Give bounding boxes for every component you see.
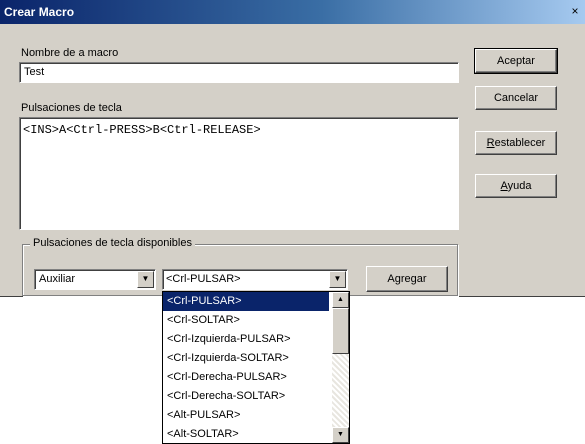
reset-button[interactable]: Restablecer: [475, 131, 557, 155]
window-title: Crear Macro: [4, 5, 75, 19]
close-icon[interactable]: ×: [567, 3, 583, 19]
keystrokes-value: <INS>A<Ctrl-PRESS>B<Ctrl-RELEASE>: [23, 123, 261, 137]
reset-label: establecer: [494, 137, 546, 149]
list-item[interactable]: <Crl-Derecha-SOLTAR>: [163, 387, 329, 406]
chevron-down-icon[interactable]: ▼: [137, 271, 154, 288]
category-value: Auxiliar: [39, 273, 76, 285]
add-label-start: A: [387, 273, 395, 285]
list-item[interactable]: <Alt-SOLTAR>: [163, 425, 329, 443]
scrollbar-thumb[interactable]: [332, 308, 349, 354]
keystroke-dropdown-list: <Crl-PULSAR> <Crl-SOLTAR> <Crl-Izquierda…: [162, 291, 350, 444]
chevron-up-icon[interactable]: ▲: [332, 292, 349, 308]
title-bar: Crear Macro: [0, 0, 585, 24]
chevron-down-icon[interactable]: ▼: [329, 271, 346, 288]
keystrokes-textarea[interactable]: <INS>A<Ctrl-PRESS>B<Ctrl-RELEASE>: [19, 117, 459, 230]
list-item[interactable]: <Crl-SOLTAR>: [163, 311, 329, 330]
keystroke-value: <Crl-PULSAR>: [166, 273, 241, 285]
chevron-down-icon[interactable]: ▼: [332, 427, 349, 443]
help-mnemonic: A: [500, 180, 508, 192]
category-select[interactable]: Auxiliar ▼: [34, 269, 156, 290]
help-button[interactable]: Ayuda: [475, 174, 557, 198]
help-label: yuda: [507, 180, 532, 192]
list-item[interactable]: <Crl-Derecha-PULSAR>: [163, 368, 329, 387]
macro-name-label: Nombre de a macro: [21, 47, 119, 59]
cancel-button[interactable]: Cancelar: [475, 86, 557, 110]
create-macro-dialog: Crear Macro × Nombre de a macro Test Pul…: [0, 0, 585, 297]
keystrokes-label: Pulsaciones de tecla: [21, 102, 122, 114]
dropdown-scrollbar[interactable]: ▲ ▼: [332, 292, 349, 443]
add-label-end: regar: [400, 273, 427, 285]
list-item[interactable]: <Alt-PULSAR>: [163, 406, 329, 425]
available-keystrokes-label: Pulsaciones de tecla disponibles: [30, 237, 195, 249]
keystroke-select[interactable]: <Crl-PULSAR> ▼: [162, 269, 348, 290]
macro-name-value: Test: [24, 66, 45, 78]
list-item[interactable]: <Crl-Izquierda-PULSAR>: [163, 330, 329, 349]
reset-mnemonic: R: [486, 137, 495, 149]
macro-name-input[interactable]: Test: [19, 62, 459, 83]
add-button[interactable]: Agregar: [366, 266, 448, 292]
list-item[interactable]: <Crl-Izquierda-SOLTAR>: [163, 349, 329, 368]
list-item[interactable]: <Crl-PULSAR>: [163, 292, 329, 311]
accept-button[interactable]: Aceptar: [474, 48, 558, 74]
